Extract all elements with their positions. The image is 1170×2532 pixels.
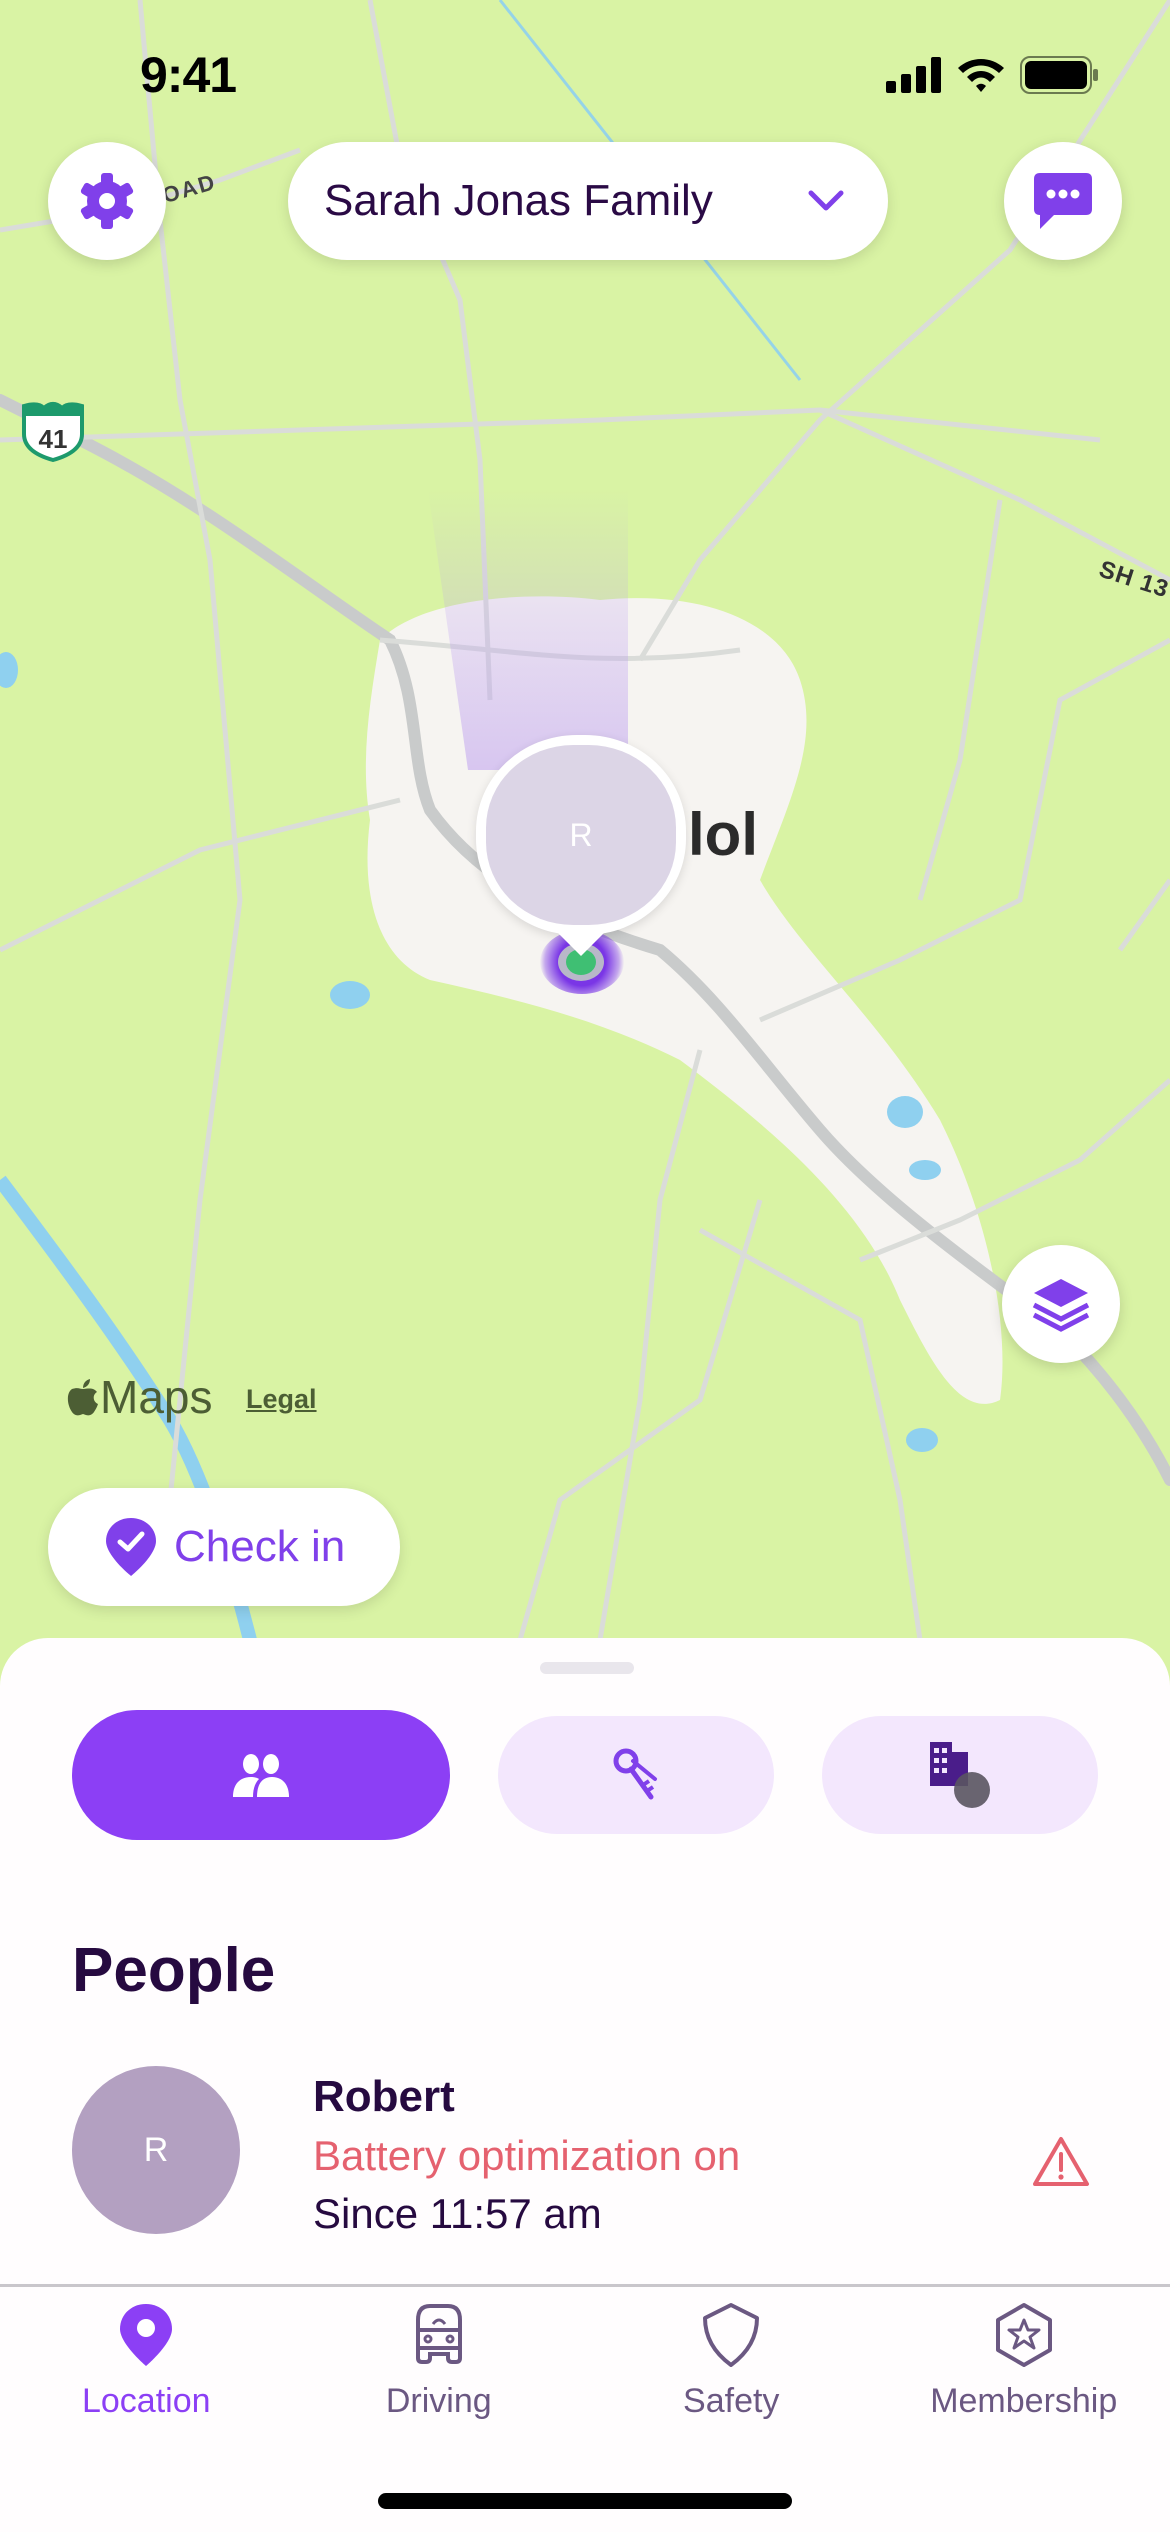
tab-label: Safety bbox=[683, 2382, 780, 2420]
segment-places[interactable] bbox=[822, 1716, 1098, 1834]
chat-bubble-icon bbox=[1034, 173, 1092, 229]
segment-items[interactable] bbox=[498, 1716, 774, 1834]
people-section-title: People bbox=[72, 1936, 276, 2005]
tab-membership[interactable]: Membership bbox=[878, 2288, 1170, 2448]
cellular-signal-icon bbox=[886, 57, 941, 93]
check-pin-icon bbox=[106, 1518, 156, 1576]
sheet-drag-handle[interactable] bbox=[540, 1662, 634, 1674]
wifi-icon bbox=[958, 59, 1004, 92]
tab-location[interactable]: Location bbox=[0, 2288, 293, 2448]
highway-number: 41 bbox=[39, 424, 68, 454]
messages-button[interactable] bbox=[1004, 142, 1122, 260]
member-map-pin[interactable]: R bbox=[476, 735, 686, 935]
tab-driving[interactable]: Driving bbox=[293, 2288, 586, 2448]
person-name: Robert bbox=[313, 2072, 455, 2121]
chevron-down-icon bbox=[808, 190, 844, 211]
person-status: Battery optimization on bbox=[313, 2132, 741, 2179]
gear-icon bbox=[80, 173, 134, 229]
member-pin-initial: R bbox=[486, 745, 676, 925]
highway-shield: 41 bbox=[20, 400, 86, 467]
apple-maps-logo: Maps bbox=[66, 1370, 212, 1424]
people-icon bbox=[233, 1754, 289, 1797]
battery-icon bbox=[1020, 56, 1098, 94]
location-pin-icon bbox=[120, 2304, 173, 2366]
status-time: 9:41 bbox=[140, 47, 237, 103]
tabbar-divider bbox=[0, 2284, 1170, 2287]
star-badge-icon bbox=[995, 2303, 1052, 2367]
status-bar: 9:41 bbox=[0, 0, 1170, 140]
pin-tail bbox=[555, 930, 607, 956]
map-layers-button[interactable] bbox=[1002, 1245, 1120, 1363]
segment-people[interactable] bbox=[72, 1710, 450, 1840]
maps-brand-text: Maps bbox=[100, 1371, 213, 1423]
tab-label: Membership bbox=[930, 2382, 1118, 2420]
legal-link[interactable]: Legal bbox=[246, 1384, 317, 1415]
car-icon bbox=[415, 2304, 462, 2364]
check-in-button[interactable]: Check in bbox=[48, 1488, 400, 1606]
settings-button[interactable] bbox=[48, 142, 166, 260]
tab-bar: Location Driving Safety Membership bbox=[0, 2288, 1170, 2448]
tab-label: Location bbox=[81, 2382, 211, 2420]
person-since-time: Since 11:57 am bbox=[313, 2190, 602, 2237]
city-label: lol bbox=[688, 801, 758, 868]
home-indicator[interactable] bbox=[378, 2493, 792, 2509]
keys-icon bbox=[613, 1748, 657, 1800]
family-selector[interactable]: Sarah Jonas Family bbox=[288, 142, 888, 260]
warning-icon[interactable] bbox=[1032, 2136, 1090, 2188]
apple-icon bbox=[67, 1379, 98, 1416]
avatar: R bbox=[72, 2066, 240, 2234]
person-list-item[interactable]: R Robert Battery optimization on Since 1… bbox=[0, 2060, 1170, 2240]
layers-icon bbox=[1032, 1279, 1090, 1332]
family-name: Sarah Jonas Family bbox=[324, 176, 713, 225]
tab-label: Driving bbox=[385, 2382, 492, 2420]
shield-icon bbox=[703, 2303, 760, 2367]
status-icons bbox=[886, 56, 1100, 94]
buildings-icon bbox=[930, 1742, 990, 1808]
tab-safety[interactable]: Safety bbox=[585, 2288, 878, 2448]
check-in-label: Check in bbox=[174, 1522, 346, 1571]
